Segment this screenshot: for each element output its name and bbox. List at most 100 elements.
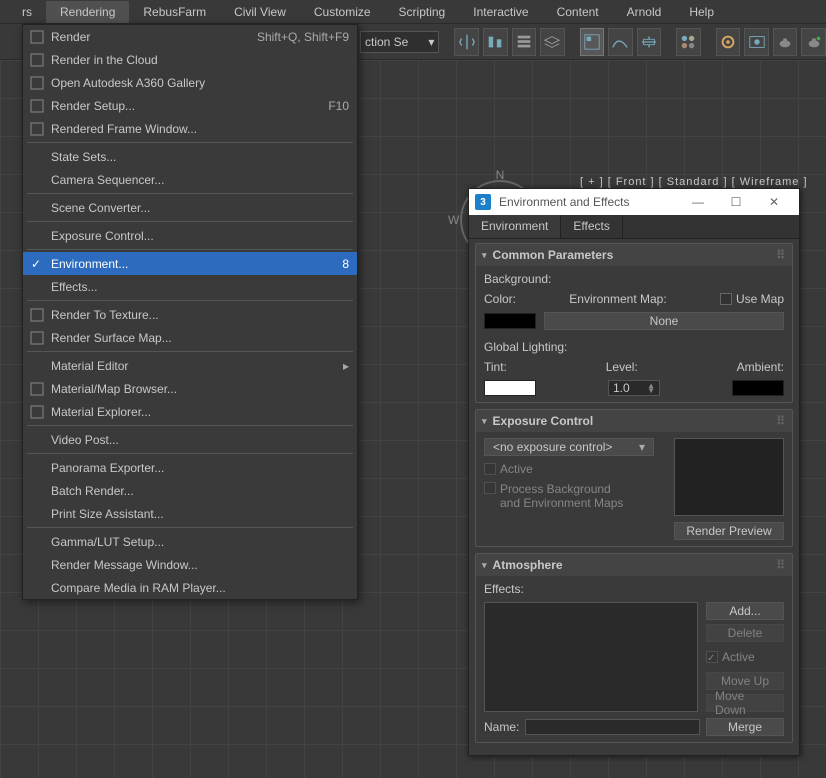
schematic-view-icon[interactable]	[637, 28, 662, 56]
level-label: Level:	[606, 360, 638, 374]
menu-item-label: Camera Sequencer...	[51, 173, 164, 187]
menu-item-material-explorer[interactable]: Material Explorer...	[23, 400, 357, 423]
menu-item-content[interactable]: Content	[543, 1, 613, 23]
maximize-button[interactable]: ☐	[717, 191, 755, 213]
delete-effect-button: Delete	[706, 624, 784, 642]
browser-icon	[29, 381, 45, 397]
tab-effects[interactable]: Effects	[561, 215, 622, 238]
main-menubar: rs Rendering RebusFarm Civil View Custom…	[0, 0, 826, 24]
common-parameters-header[interactable]: Common Parameters ⠿	[476, 244, 792, 266]
tab-environment[interactable]: Environment	[469, 215, 561, 238]
curve-editor-icon[interactable]	[608, 28, 633, 56]
use-map-label: Use Map	[736, 292, 784, 306]
menu-item-effects[interactable]: Effects...	[23, 275, 357, 298]
menu-item-label: Open Autodesk A360 Gallery	[51, 76, 205, 90]
toggle-ribbon-icon[interactable]	[580, 28, 605, 56]
menu-item-label: Material Explorer...	[51, 405, 151, 419]
menu-item-rs[interactable]: rs	[8, 1, 46, 23]
exposure-dropdown-value: <no exposure control>	[493, 440, 612, 454]
menu-item-render-to-texture[interactable]: Render To Texture...	[23, 303, 357, 326]
menu-item-exposure-control[interactable]: Exposure Control...	[23, 224, 357, 247]
align-icon[interactable]	[483, 28, 508, 56]
dialog-titlebar[interactable]: 3 Environment and Effects — ☐ ✕	[469, 189, 799, 215]
menu-item-compare-media-in-ram-player[interactable]: Compare Media in RAM Player...	[23, 576, 357, 599]
menu-item-gamma-lut-setup[interactable]: Gamma/LUT Setup...	[23, 530, 357, 553]
menu-item-label: Compare Media in RAM Player...	[51, 581, 226, 595]
selection-set-dropdown[interactable]: ction Se ▾	[360, 31, 439, 53]
menu-item-rendering[interactable]: Rendering	[46, 1, 129, 23]
menu-item-render-in-the-cloud[interactable]: Render in the Cloud	[23, 48, 357, 71]
atmosphere-active-checkbox	[706, 651, 718, 663]
cloud-icon	[29, 29, 45, 45]
menu-item-render-surface-map[interactable]: Render Surface Map...	[23, 326, 357, 349]
mirror-icon[interactable]	[454, 28, 479, 56]
level-spinner[interactable]: 1.0 ▲▼	[608, 380, 660, 396]
menu-item-label: Batch Render...	[51, 484, 134, 498]
teapot-render-icon[interactable]	[773, 28, 798, 56]
rollout-handle-icon: ⠿	[776, 414, 786, 428]
render-setup-icon[interactable]	[716, 28, 741, 56]
menu-item-scripting[interactable]: Scripting	[385, 1, 460, 23]
tint-label: Tint:	[484, 360, 507, 374]
menu-item-state-sets[interactable]: State Sets...	[23, 145, 357, 168]
background-label: Background:	[484, 272, 784, 286]
menu-item-environment[interactable]: ✓Environment...8	[23, 252, 357, 275]
menu-separator	[27, 221, 353, 222]
menu-item-panorama-exporter[interactable]: Panorama Exporter...	[23, 456, 357, 479]
atmosphere-active-label: Active	[722, 650, 755, 664]
tint-color-swatch[interactable]	[484, 380, 536, 396]
exposure-control-header[interactable]: Exposure Control ⠿	[476, 410, 792, 432]
teapot-render2-icon[interactable]	[801, 28, 826, 56]
menu-item-scene-converter[interactable]: Scene Converter...	[23, 196, 357, 219]
surface-icon	[29, 330, 45, 346]
layer-manager-icon[interactable]	[540, 28, 565, 56]
effect-name-input[interactable]	[525, 719, 700, 735]
atmosphere-header[interactable]: Atmosphere ⠿	[476, 554, 792, 576]
env-map-label: Environment Map:	[569, 292, 666, 306]
close-button[interactable]: ✕	[755, 191, 793, 213]
chevron-down-icon: ▾	[428, 35, 434, 49]
process-bg-label-2: and Environment Maps	[500, 496, 623, 510]
minimize-button[interactable]: —	[679, 191, 717, 213]
render-preview-button[interactable]: Render Preview	[674, 522, 784, 540]
menu-item-material-map-browser[interactable]: Material/Map Browser...	[23, 377, 357, 400]
exposure-dropdown[interactable]: <no exposure control>	[484, 438, 654, 456]
spinner-arrows-icon[interactable]: ▲▼	[647, 383, 655, 393]
layers-icon[interactable]	[512, 28, 537, 56]
add-effect-button[interactable]: Add...	[706, 602, 784, 620]
menu-item-video-post[interactable]: Video Post...	[23, 428, 357, 451]
menu-item-render-setup[interactable]: Render Setup...F10	[23, 94, 357, 117]
menu-item-print-size-assistant[interactable]: Print Size Assistant...	[23, 502, 357, 525]
ambient-color-swatch[interactable]	[732, 380, 784, 396]
menu-separator	[27, 300, 353, 301]
menu-item-arnold[interactable]: Arnold	[613, 1, 676, 23]
process-bg-label-1: Process Background	[500, 482, 623, 496]
menu-item-render-message-window[interactable]: Render Message Window...	[23, 553, 357, 576]
viewport-label[interactable]: [ + ] [ Front ] [ Standard ] [ Wireframe…	[580, 176, 808, 188]
render-frame-icon[interactable]	[744, 28, 769, 56]
moveup-button: Move Up	[706, 672, 784, 690]
name-label: Name:	[484, 720, 519, 734]
compass-n: N	[496, 168, 505, 182]
menu-separator	[27, 193, 353, 194]
menu-item-label: Render To Texture...	[51, 308, 159, 322]
menu-item-rendered-frame-window[interactable]: Rendered Frame Window...	[23, 117, 357, 140]
menu-item-batch-render[interactable]: Batch Render...	[23, 479, 357, 502]
background-color-swatch[interactable]	[484, 313, 536, 329]
menu-item-customize[interactable]: Customize	[300, 1, 385, 23]
menu-item-open-autodesk-a360-gallery[interactable]: Open Autodesk A360 Gallery	[23, 71, 357, 94]
menu-item-render[interactable]: RenderShift+Q, Shift+F9	[23, 25, 357, 48]
env-map-button[interactable]: None	[544, 312, 784, 330]
color-label: Color:	[484, 292, 516, 306]
menu-item-rebusfarm[interactable]: RebusFarm	[129, 1, 220, 23]
menu-item-help[interactable]: Help	[675, 1, 728, 23]
menu-item-material-editor[interactable]: Material Editor	[23, 354, 357, 377]
menu-item-interactive[interactable]: Interactive	[459, 1, 542, 23]
effects-listbox[interactable]	[484, 602, 698, 712]
use-map-checkbox[interactable]	[720, 293, 732, 305]
menu-item-civilview[interactable]: Civil View	[220, 1, 300, 23]
menu-item-label: Render Message Window...	[51, 558, 198, 572]
menu-item-camera-sequencer[interactable]: Camera Sequencer...	[23, 168, 357, 191]
merge-button[interactable]: Merge	[706, 718, 784, 736]
material-editor-icon[interactable]	[676, 28, 701, 56]
